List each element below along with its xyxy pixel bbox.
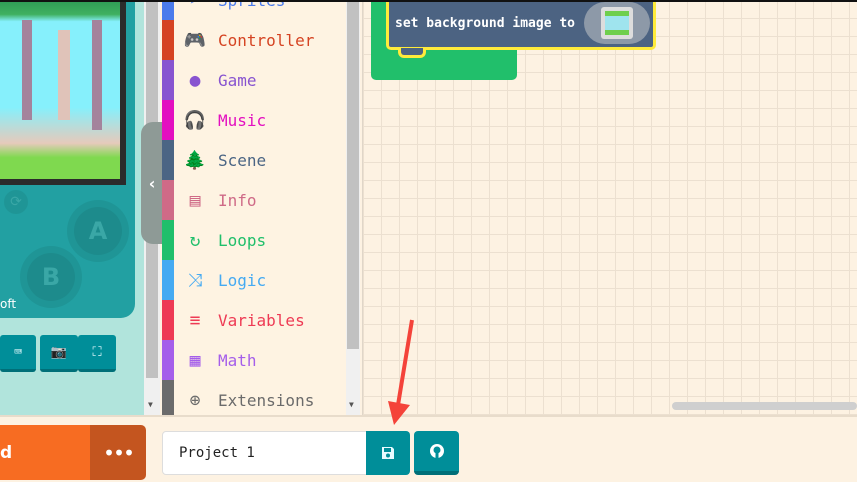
button-a[interactable]: A [74, 207, 122, 255]
category-stripe [162, 180, 174, 220]
category-stripe [162, 100, 174, 140]
brand-text: oft [0, 297, 17, 311]
simulator-panel: ⟳ A B oft ⌨ 📷 ⛶ [0, 0, 144, 415]
category-stripe [162, 300, 174, 340]
shuffle-icon: ⤨ [187, 269, 203, 291]
category-label: Game [218, 70, 257, 90]
category-stripe [162, 0, 174, 20]
category-scene[interactable]: 🌲 Scene [162, 140, 346, 180]
project-name-input[interactable]: Project 1 [162, 431, 367, 475]
keyboard-button[interactable]: ⌨ [0, 335, 36, 372]
screenshot-button[interactable]: 📷 [40, 335, 78, 372]
category-logic[interactable]: ⤨ Logic [162, 260, 346, 300]
button-b[interactable]: B [27, 253, 75, 301]
fullscreen-button[interactable]: ⛶ [78, 335, 116, 372]
headphones-icon: 🎧 [183, 109, 207, 131]
category-label: Math [218, 350, 257, 370]
github-icon [429, 444, 444, 458]
list-icon: ≡ [189, 309, 201, 331]
category-label: Logic [218, 270, 267, 290]
collapse-simulator-button[interactable]: ‹ [141, 122, 163, 244]
category-game[interactable]: ● Game [162, 60, 346, 100]
workspace-scrollbar[interactable] [672, 402, 857, 410]
category-controller[interactable]: 🎮 Controller [162, 20, 346, 60]
calculator-icon: ▦ [189, 349, 201, 371]
category-stripe [162, 340, 174, 380]
category-sprites[interactable]: ➤ Sprites [162, 0, 346, 20]
category-music[interactable]: 🎧 Music [162, 100, 346, 140]
top-border [0, 0, 857, 2]
circle-icon: ● [189, 69, 201, 91]
category-label: Scene [218, 150, 267, 170]
category-label: Music [218, 110, 267, 130]
game-device: ⟳ A B oft [0, 0, 135, 318]
download-label: d [0, 442, 13, 463]
category-label: Loops [218, 230, 267, 250]
download-button[interactable]: d [0, 425, 90, 480]
category-extensions[interactable]: ⊕ Extensions [162, 380, 346, 415]
save-button[interactable] [366, 431, 410, 475]
category-stripe [162, 140, 174, 180]
image-picker[interactable] [584, 2, 650, 44]
background-thumbnail [605, 11, 629, 35]
toolbox-scrollbar[interactable]: ▼ [346, 0, 360, 415]
category-variables[interactable]: ≡ Variables [162, 300, 346, 340]
save-icon [382, 447, 394, 459]
category-math[interactable]: ▦ Math [162, 340, 346, 380]
loop-icon: ↻ [189, 229, 201, 251]
github-button[interactable] [414, 431, 459, 475]
forest-background [0, 0, 120, 179]
category-stripe [162, 60, 174, 100]
block-notch [398, 48, 426, 58]
chevron-left-icon: ‹ [148, 173, 156, 193]
category-stripe [162, 380, 174, 415]
category-loops[interactable]: ↻ Loops [162, 220, 346, 260]
category-stripe [162, 220, 174, 260]
category-stripe [162, 20, 174, 60]
id-card-icon: ▤ [189, 189, 201, 211]
more-button[interactable]: ••• [90, 425, 146, 480]
tree-icon: 🌲 [183, 149, 207, 171]
category-stripe [162, 260, 174, 300]
restart-icon[interactable]: ⟳ [4, 190, 28, 214]
fullscreen-icon: ⛶ [92, 344, 102, 360]
category-label: Variables [218, 310, 305, 330]
gamepad-icon: 🎮 [183, 29, 207, 51]
red-arrow-annotation [388, 319, 414, 425]
camera-icon: 📷 [50, 344, 68, 360]
category-label: Controller [218, 30, 315, 50]
game-screen[interactable] [0, 0, 126, 185]
toolbox: ➤ Sprites 🎮 Controller ● Game 🎧 Music 🌲 Scene ▤ Inf… [162, 0, 346, 415]
category-label: Info [218, 190, 257, 210]
block-label: set background image to [395, 16, 576, 31]
keyboard-icon: ⌨ [14, 344, 22, 360]
plus-circle-icon: ⊕ [189, 389, 201, 411]
category-info[interactable]: ▤ Info [162, 180, 346, 220]
category-label: Extensions [218, 390, 315, 410]
